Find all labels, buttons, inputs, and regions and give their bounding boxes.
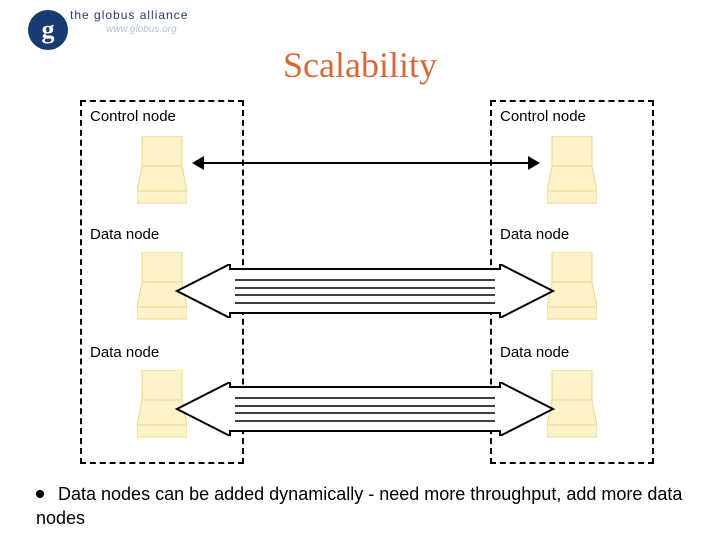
brand-subtext: www.globus.org <box>106 24 177 35</box>
brand-text: the globus alliance <box>70 8 188 22</box>
data-link-arrow <box>175 264 555 318</box>
right-node-label-0: Control node <box>500 108 586 125</box>
arrowhead-right-icon <box>528 156 540 170</box>
left-node-label-1: Data node <box>90 226 159 243</box>
data-link-arrow <box>175 382 555 436</box>
control-link-line <box>204 162 528 164</box>
server-tower-icon <box>137 136 187 206</box>
bullet-text: Data nodes can be added dynamically - ne… <box>36 482 686 531</box>
arrowhead-left-icon <box>192 156 204 170</box>
slide: g the globus alliance www.globus.org Sca… <box>0 0 720 540</box>
left-node-label-2: Data node <box>90 344 159 361</box>
right-node-label-2: Data node <box>500 344 569 361</box>
server-tower-icon <box>547 136 597 206</box>
left-node-label-0: Control node <box>90 108 176 125</box>
slide-title: Scalability <box>0 44 720 86</box>
right-node-label-1: Data node <box>500 226 569 243</box>
